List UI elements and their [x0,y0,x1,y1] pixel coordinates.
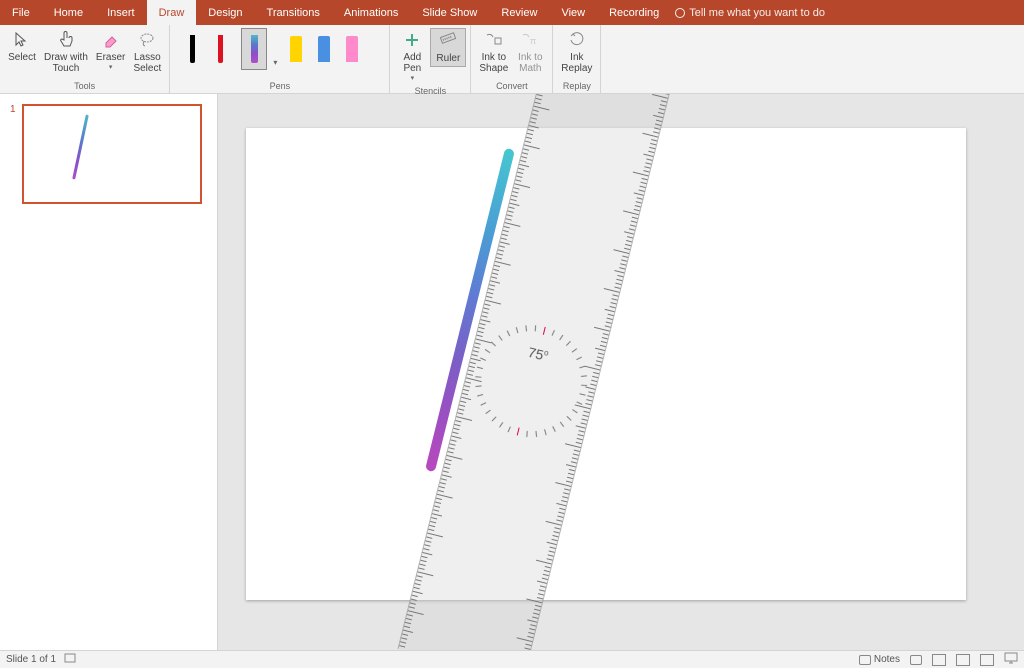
pen-black[interactable] [179,28,205,70]
ink-to-math-button[interactable]: π Ink to Math [512,28,548,76]
group-label-replay: Replay [553,79,600,93]
menu-review[interactable]: Review [489,0,549,25]
highlighter-pink[interactable] [339,28,365,70]
ribbon-group-convert: Ink to Shape π Ink to Math Convert [471,25,553,93]
view-sorter-button[interactable] [956,654,970,666]
ribbon-group-pens: ▾ Pens [170,25,390,93]
select-button[interactable]: Select [4,28,40,65]
eraser-button[interactable]: Eraser ▾ [92,28,129,73]
tell-me-search[interactable]: Tell me what you want to do [675,7,825,19]
ink-to-shape-button[interactable]: Ink to Shape [475,28,512,76]
bulb-icon [675,8,685,18]
group-label-tools: Tools [0,79,169,93]
ribbon: Select Draw with Touch Eraser ▾ Lasso Se… [0,25,1024,94]
replay-icon [567,30,587,50]
thumb-ink-preview [72,114,89,179]
ribbon-group-replay: Ink Replay Replay [553,25,601,93]
angle-value: 75o [526,344,549,364]
ruler-icon [438,31,458,51]
menu-draw[interactable]: Draw [147,0,197,25]
draw-touch-button[interactable]: Draw with Touch [40,28,92,76]
menu-recording[interactable]: Recording [597,0,671,25]
lasso-button[interactable]: Lasso Select [129,28,165,76]
menu-view[interactable]: View [549,0,597,25]
slide-canvas-area[interactable]: 75o [218,94,1024,650]
lasso-icon [137,30,157,50]
comments-icon[interactable] [910,655,922,665]
menu-transitions[interactable]: Transitions [255,0,332,25]
ribbon-group-tools: Select Draw with Touch Eraser ▾ Lasso Se… [0,25,170,93]
notes-button[interactable]: Notes [859,654,900,665]
thumb-number: 1 [10,104,16,204]
menu-slideshow[interactable]: Slide Show [410,0,489,25]
touch-icon [56,30,76,50]
ink-math-icon: π [520,30,540,50]
highlighter-blue[interactable] [311,28,337,70]
group-label-convert: Convert [471,79,552,93]
slide-thumbnail-1[interactable] [22,104,202,204]
view-reading-button[interactable] [980,654,994,666]
eraser-icon [101,30,121,50]
slide-thumbnails-panel: 1 [0,94,218,650]
svg-text:π: π [530,36,536,46]
status-bar: Slide 1 of 1 Notes [0,650,1024,668]
angle-dial: 75o [504,320,572,388]
slide-counter: Slide 1 of 1 [6,654,56,665]
tell-me-label: Tell me what you want to do [689,7,825,19]
menu-design[interactable]: Design [196,0,254,25]
ink-shape-icon [484,30,504,50]
pen-dropdown[interactable]: ▾ [268,28,282,70]
main-area: 1 75o [0,94,1024,650]
ink-replay-button[interactable]: Ink Replay [557,28,596,76]
view-normal-button[interactable] [932,654,946,666]
ribbon-group-stencils: Add Pen ▾ Ruler Stencils [390,25,471,93]
notes-icon [859,655,871,665]
ruler-button[interactable]: Ruler [430,28,466,67]
plus-icon [402,30,422,50]
menu-bar: File Home Insert Draw Design Transitions… [0,0,1024,25]
cursor-icon [12,30,32,50]
menu-insert[interactable]: Insert [95,0,147,25]
menu-home[interactable]: Home [42,0,95,25]
view-slideshow-button[interactable] [1004,652,1018,667]
group-label-pens: Pens [170,79,389,93]
spellcheck-icon[interactable] [64,652,76,667]
add-pen-button[interactable]: Add Pen ▾ [394,28,430,84]
highlighter-yellow[interactable] [283,28,309,70]
pen-rainbow[interactable] [241,28,267,70]
pen-red[interactable] [207,28,233,70]
menu-animations[interactable]: Animations [332,0,410,25]
menu-file[interactable]: File [0,0,42,25]
